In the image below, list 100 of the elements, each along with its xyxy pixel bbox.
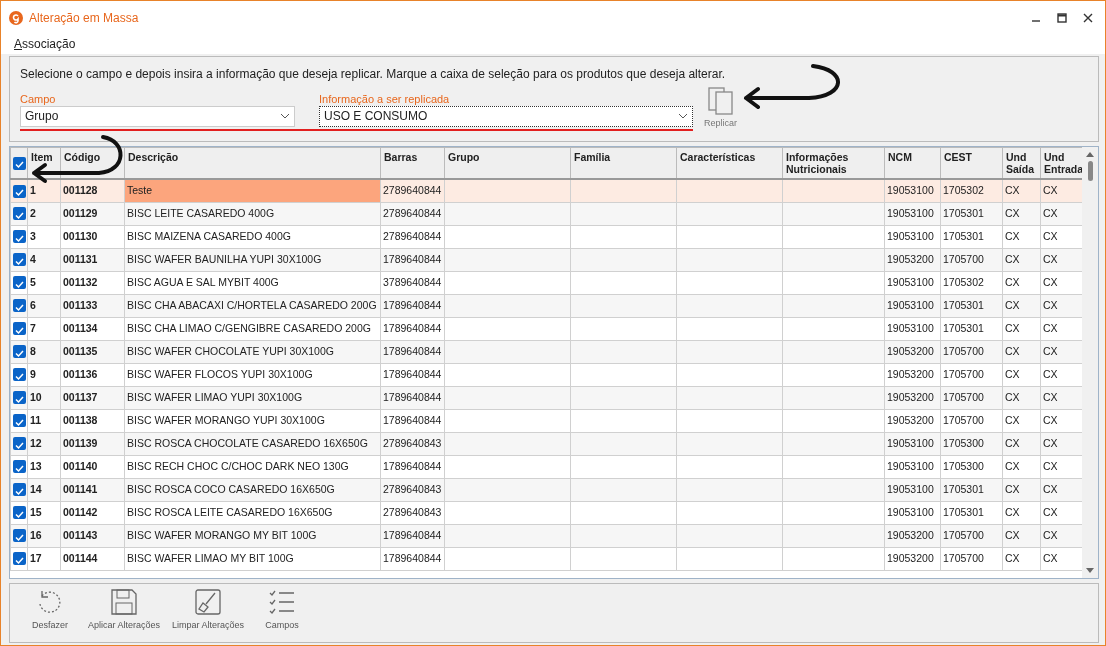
dropdown[interactable]: Grupo: [20, 105, 295, 127]
checkbox[interactable]: [13, 276, 26, 290]
table-cell: BISC ROSCA COCO CASAREDO 16X650G: [124, 478, 381, 501]
table-cell: 1705301: [940, 225, 1003, 248]
column-header[interactable]: Barras: [380, 147, 445, 179]
table-cell: BISC WAFER MORANGO YUPI 30X100G: [124, 409, 381, 432]
window-title: Alteração em Massa: [29, 9, 139, 27]
checkbox[interactable]: [13, 253, 26, 267]
instruction-text: Selecione o campo e depois insira a informação que deseja replicar. Marque a caixa de seleção para os produtos que deseja alterar.: [20, 66, 727, 83]
table-cell: CX: [1002, 271, 1041, 294]
table-cell: 001132: [60, 271, 125, 294]
table-cell: BISC WAFER LIMAO MY BIT 100G: [124, 547, 381, 570]
checkbox[interactable]: [13, 299, 26, 313]
scroll-down-icon[interactable]: [1086, 568, 1094, 574]
table-cell: Teste: [124, 179, 381, 202]
checkbox[interactable]: [13, 552, 26, 566]
brush-icon: [194, 588, 223, 616]
table-cell: CX: [1002, 547, 1041, 570]
checkbox[interactable]: [13, 529, 26, 543]
toolbar-button[interactable]: Desfazer: [20, 588, 80, 638]
checkbox[interactable]: [13, 391, 26, 405]
table-cell: BISC MAIZENA CASAREDO 400G: [124, 225, 381, 248]
table-cell: 2789640843: [380, 501, 445, 524]
table-cell: 13: [27, 455, 61, 478]
column-header[interactable]: Características: [676, 147, 783, 179]
table-cell: BISC WAFER MORANGO MY BIT 100G: [124, 524, 381, 547]
field-label: Campo: [20, 92, 57, 106]
copy-icon: [707, 87, 734, 115]
checkbox[interactable]: [13, 207, 26, 221]
checkbox[interactable]: [13, 506, 26, 520]
table-cell: 001144: [60, 547, 125, 570]
column-header[interactable]: Und Saída: [1002, 147, 1041, 179]
chevron-down-icon: [280, 113, 290, 119]
table-cell: 1789640844: [380, 547, 445, 570]
table-cell: BISC WAFER CHOCOLATE YUPI 30X100G: [124, 340, 381, 363]
checkbox[interactable]: [13, 483, 26, 497]
table-cell: BISC WAFER BAUNILHA YUPI 30X100G: [124, 248, 381, 271]
scrollbar[interactable]: [1082, 147, 1098, 578]
checkbox[interactable]: [13, 230, 26, 244]
table-cell: 001140: [60, 455, 125, 478]
table-cell: 15: [27, 501, 61, 524]
table-cell: BISC CHA ABACAXI C/HORTELA CASAREDO 200G: [124, 294, 381, 317]
table-cell: 001130: [60, 225, 125, 248]
table-cell: 11: [27, 409, 61, 432]
table-cell: 2789640844: [380, 225, 445, 248]
toolbar-button[interactable]: Campos: [252, 588, 313, 638]
table-cell: CX: [1002, 501, 1041, 524]
table-cell: BISC ROSCA CHOCOLATE CASAREDO 16X650G: [124, 432, 381, 455]
table-cell: 19053100: [884, 271, 941, 294]
table-cell: CX: [1002, 455, 1041, 478]
menu-item[interactable]: Associação: [14, 35, 76, 53]
checkbox[interactable]: [13, 460, 26, 474]
table-cell: CX: [1002, 409, 1041, 432]
table-cell: 9: [27, 363, 61, 386]
table-cell: BISC WAFER LIMAO YUPI 30X100G: [124, 386, 381, 409]
table-cell: 1705300: [940, 455, 1003, 478]
table-cell: BISC ROSCA LEITE CASAREDO 16X650G: [124, 501, 381, 524]
table-cell: BISC AGUA E SAL MYBIT 400G: [124, 271, 381, 294]
table-cell: 1789640844: [380, 363, 445, 386]
table-cell: 1789640844: [380, 455, 445, 478]
table-cell: 1789640844: [380, 409, 445, 432]
checklist-icon: [268, 588, 297, 616]
column-header[interactable]: Família: [570, 147, 677, 179]
toolbar-button[interactable]: Aplicar Alterações: [84, 588, 165, 638]
replicate-button[interactable]: Replicar: [704, 87, 737, 131]
toolbar-button[interactable]: Limpar Alterações: [168, 588, 249, 638]
column-header[interactable]: Descrição: [124, 147, 381, 179]
table-cell: 001142: [60, 501, 125, 524]
checkbox[interactable]: [13, 437, 26, 451]
table-cell: 19053100: [884, 455, 941, 478]
table-cell: 3: [27, 225, 61, 248]
table-cell: 19053100: [884, 317, 941, 340]
table-cell: 1705700: [940, 547, 1003, 570]
scroll-thumb[interactable]: [1087, 161, 1093, 181]
table-cell: 1705700: [940, 409, 1003, 432]
checkbox[interactable]: [13, 184, 26, 198]
table-cell: 001136: [60, 363, 125, 386]
chevron-down-icon: [678, 113, 688, 119]
table-cell: CX: [1002, 363, 1041, 386]
column-header[interactable]: CEST: [940, 147, 1003, 179]
checkbox[interactable]: [13, 322, 26, 336]
close-icon[interactable]: [1083, 12, 1093, 23]
checkbox[interactable]: [13, 345, 26, 359]
maximize-icon[interactable]: [1057, 12, 1067, 23]
scroll-up-icon[interactable]: [1086, 151, 1094, 157]
table-cell: BISC CHA LIMAO C/GENGIBRE CASAREDO 200G: [124, 317, 381, 340]
checkbox[interactable]: [13, 414, 26, 428]
column-header[interactable]: Informações Nutricionais: [782, 147, 885, 179]
table-cell: BISC WAFER FLOCOS YUPI 30X100G: [124, 363, 381, 386]
table-cell: 3789640844: [380, 271, 445, 294]
table-cell: 1705302: [940, 271, 1003, 294]
column-header[interactable]: NCM: [884, 147, 941, 179]
table-cell: 7: [27, 317, 61, 340]
table-cell: BISC RECH CHOC C/CHOC DARK NEO 130G: [124, 455, 381, 478]
column-header[interactable]: Grupo: [444, 147, 571, 179]
table-cell: 19053100: [884, 501, 941, 524]
checkbox[interactable]: [13, 368, 26, 382]
dropdown[interactable]: USO E CONSUMO: [319, 105, 693, 127]
table-cell: 001138: [60, 409, 125, 432]
checkbox[interactable]: [13, 156, 26, 170]
